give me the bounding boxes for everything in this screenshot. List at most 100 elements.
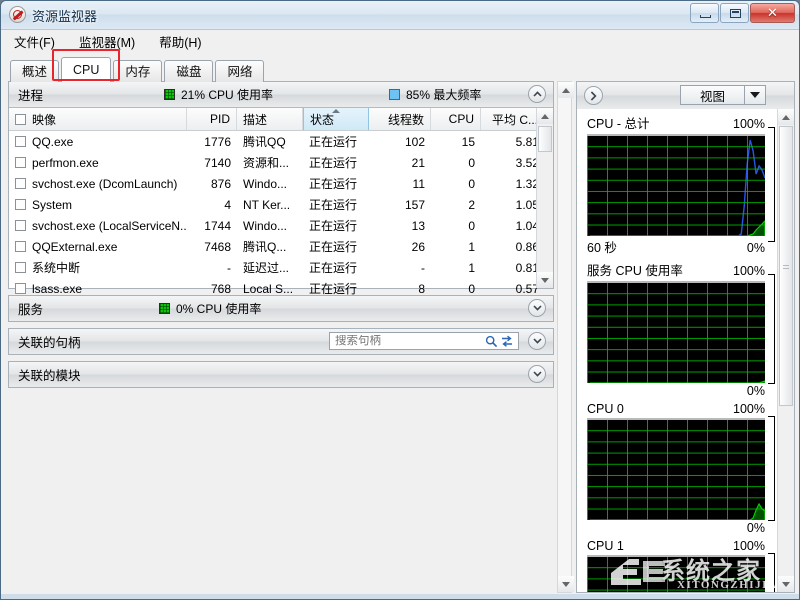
graph-service-cpu-max-label: 100% <box>733 264 765 278</box>
window-controls: ✕ <box>690 3 795 23</box>
tab-network[interactable]: 网络 <box>215 60 265 82</box>
cell-image-label: svchost.exe (LocalServiceN... <box>32 218 187 233</box>
refresh-icon[interactable] <box>499 333 515 349</box>
content-area: 进程 21% CPU 使用率 85% 最大频率 映像 PID 描述 状态 线程数… <box>1 81 799 599</box>
cell-description: 腾讯Q... <box>243 240 287 254</box>
scrollbar-thumb[interactable] <box>779 126 793 406</box>
search-input[interactable] <box>335 335 483 347</box>
row-checkbox[interactable] <box>15 283 26 294</box>
cell-threads: - <box>421 260 425 275</box>
status-strip <box>1 594 799 599</box>
table-row[interactable]: perfmon.exe 7140 资源和... 正在运行 21 0 3.52 <box>9 152 553 173</box>
chevron-up-icon <box>532 91 542 97</box>
cell-status: 正在运行 <box>309 219 358 233</box>
graph-scroll-up-button[interactable] <box>778 109 794 125</box>
menu-item-file[interactable]: 文件(F) <box>11 30 58 53</box>
graph-pane-scrollbar[interactable] <box>777 109 794 592</box>
cell-threads: 13 <box>411 218 425 233</box>
services-panel-header[interactable]: 服务 0% CPU 使用率 <box>9 296 553 321</box>
table-row[interactable]: 系统中断 - 延迟过... 正在运行 - 1 0.81 <box>9 257 553 278</box>
column-header-threads[interactable]: 线程数 <box>369 108 431 130</box>
triangle-down-icon <box>541 277 549 283</box>
collapse-processes-button[interactable] <box>528 85 546 103</box>
sort-ascending-icon <box>332 109 340 113</box>
processes-panel: 进程 21% CPU 使用率 85% 最大频率 映像 PID 描述 状态 线程数… <box>8 81 554 296</box>
tab-disk[interactable]: 磁盘 <box>164 60 214 82</box>
graph-cpu-0-title: CPU 0 <box>587 402 624 416</box>
view-dropdown-button[interactable]: 视图 <box>680 85 766 105</box>
cell-cpu: 1 <box>468 239 475 254</box>
view-dropdown-label: 视图 <box>699 89 725 104</box>
column-header-cpu[interactable]: CPU <box>431 108 481 130</box>
graph-cpu-total-min-label: 0% <box>746 241 765 255</box>
scroll-up-button[interactable] <box>537 108 553 124</box>
column-header-image[interactable]: 映像 <box>9 108 187 130</box>
chevron-down-icon[interactable] <box>745 92 765 98</box>
row-checkbox[interactable] <box>15 199 26 210</box>
column-header-status[interactable]: 状态 <box>303 108 369 130</box>
row-checkbox[interactable] <box>15 241 26 252</box>
row-checkbox[interactable] <box>15 157 26 168</box>
row-checkbox[interactable] <box>15 178 26 189</box>
graph-list: CPU - 总计 100% 60 秒 0% 服务 CPU 使用率 100% 0%… <box>577 109 777 592</box>
maximize-button[interactable] <box>720 3 749 23</box>
cell-image-label: lsass.exe <box>32 281 83 296</box>
left-pane-scroll-up-button[interactable] <box>558 82 574 98</box>
table-row[interactable]: svchost.exe (LocalServiceN... 1744 Windo… <box>9 215 553 236</box>
tab-overview[interactable]: 概述 <box>10 60 60 82</box>
menu-item-monitor[interactable]: 监视器(M) <box>76 30 138 53</box>
resource-monitor-window: 资源监视器 ✕ 文件(F) 监视器(M) 帮助(H) 概述 CPU 内存 磁盘 … <box>0 0 800 600</box>
select-all-checkbox[interactable] <box>15 113 26 125</box>
services-cpu-legend: 0% CPU 使用率 <box>159 300 261 317</box>
expand-modules-button[interactable] <box>528 365 546 383</box>
scroll-down-button[interactable] <box>537 272 553 288</box>
column-header-pid[interactable]: PID <box>187 108 237 130</box>
graph-scroll-down-button[interactable] <box>778 576 794 592</box>
modules-panel: 关联的模块 <box>8 361 554 388</box>
row-checkbox[interactable] <box>15 220 26 231</box>
cell-image-label: QQExternal.exe <box>32 239 118 254</box>
scrollbar-thumb[interactable] <box>538 126 552 152</box>
left-pane-scrollbar[interactable] <box>557 81 574 593</box>
cell-description: 腾讯QQ <box>243 135 286 149</box>
tab-cpu[interactable]: CPU <box>61 57 112 82</box>
left-pane-scroll-down-button[interactable] <box>558 576 574 592</box>
tab-memory[interactable]: 内存 <box>113 60 163 82</box>
column-header-description[interactable]: 描述 <box>237 108 303 130</box>
graph-grid <box>587 136 765 236</box>
cell-threads: 102 <box>404 134 425 149</box>
cell-pid: 876 <box>210 176 231 191</box>
cpu-usage-legend-label: 21% CPU 使用率 <box>181 88 274 102</box>
table-row[interactable]: QQ.exe 1776 腾讯QQ 正在运行 102 15 5.81 <box>9 131 553 152</box>
cell-status: 正在运行 <box>309 261 358 275</box>
processes-panel-title: 进程 <box>18 89 44 103</box>
handles-panel-header[interactable]: 关联的句柄 <box>9 329 553 354</box>
expand-services-button[interactable] <box>528 299 546 317</box>
search-icon[interactable] <box>483 333 499 349</box>
modules-panel-title: 关联的模块 <box>18 369 81 383</box>
expand-handles-button[interactable] <box>528 332 546 350</box>
cell-image-label: 系统中断 <box>32 261 81 275</box>
process-table-header: 映像 PID 描述 状态 线程数 CPU 平均 C... <box>9 108 553 131</box>
row-checkbox[interactable] <box>15 136 26 147</box>
chevron-down-icon <box>532 338 542 344</box>
graph-cpu-0-top: CPU 0 100% <box>587 402 765 418</box>
handle-search-box[interactable] <box>329 332 519 350</box>
modules-panel-header[interactable]: 关联的模块 <box>9 362 553 387</box>
table-row[interactable]: QQExternal.exe 7468 腾讯Q... 正在运行 26 1 0.8… <box>9 236 553 257</box>
triangle-up-icon <box>782 114 790 120</box>
green-swatch-icon <box>164 89 175 100</box>
row-checkbox[interactable] <box>15 262 26 273</box>
chevron-down-icon <box>532 305 542 311</box>
collapse-graph-pane-button[interactable] <box>584 86 603 105</box>
processes-panel-header[interactable]: 进程 21% CPU 使用率 85% 最大频率 <box>9 82 553 108</box>
menu-item-help[interactable]: 帮助(H) <box>156 30 204 53</box>
minimize-button[interactable] <box>690 3 719 23</box>
close-button[interactable]: ✕ <box>750 3 795 23</box>
services-panel-title: 服务 <box>18 303 44 317</box>
table-row[interactable]: svchost.exe (DcomLaunch) 876 Windo... 正在… <box>9 173 553 194</box>
process-table-scrollbar[interactable] <box>536 108 553 288</box>
table-row[interactable]: System 4 NT Ker... 正在运行 157 2 1.05 <box>9 194 553 215</box>
services-cpu-legend-label: 0% CPU 使用率 <box>176 302 262 316</box>
graph-cpu-1-canvas <box>587 555 765 592</box>
